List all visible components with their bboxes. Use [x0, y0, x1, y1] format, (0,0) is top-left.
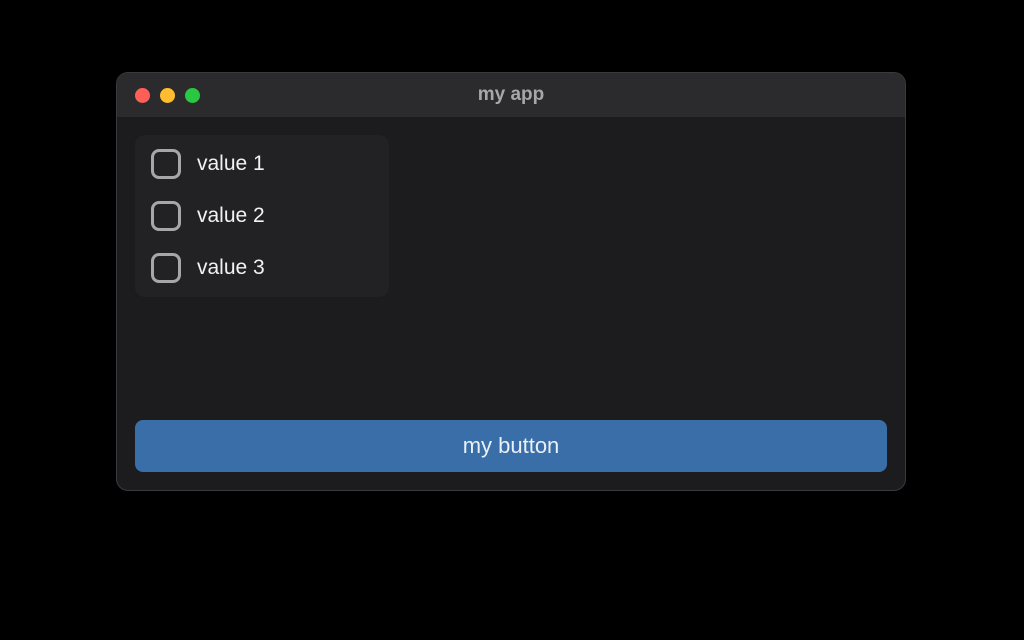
app-window: my app value 1 value 2 value 3 my button [116, 72, 906, 491]
window-title: my app [117, 84, 905, 106]
checkbox-value-3[interactable]: value 3 [151, 253, 373, 283]
checkbox-label: value 1 [197, 152, 265, 176]
my-button[interactable]: my button [135, 420, 887, 472]
checkbox-label: value 3 [197, 256, 265, 280]
checkbox-icon [151, 149, 181, 179]
checkbox-label: value 2 [197, 204, 265, 228]
maximize-icon[interactable] [185, 88, 200, 103]
checkbox-icon [151, 253, 181, 283]
checkbox-group: value 1 value 2 value 3 [135, 135, 389, 297]
window-content: value 1 value 2 value 3 my button [117, 117, 905, 490]
minimize-icon[interactable] [160, 88, 175, 103]
checkbox-value-1[interactable]: value 1 [151, 149, 373, 179]
close-icon[interactable] [135, 88, 150, 103]
titlebar: my app [117, 73, 905, 117]
traffic-lights [117, 88, 200, 103]
checkbox-icon [151, 201, 181, 231]
checkbox-value-2[interactable]: value 2 [151, 201, 373, 231]
